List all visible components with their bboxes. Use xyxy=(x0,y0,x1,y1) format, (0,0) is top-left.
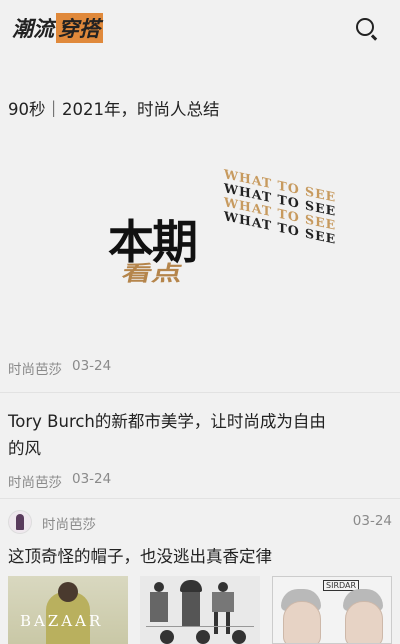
author-row[interactable]: 时尚芭莎 03-24 xyxy=(8,510,392,536)
article-thumbnails: BAZAAR SIRDAR xyxy=(8,576,392,644)
article-date: 03-24 xyxy=(352,513,392,529)
author-name[interactable]: 时尚芭莎 xyxy=(42,513,96,533)
article-cover-image: 本期 看点 WHAT TO SEE WHAT TO SEE WHAT TO SE… xyxy=(100,166,336,288)
thumbnail-image[interactable] xyxy=(140,576,260,644)
article-date: 03-24 xyxy=(72,358,112,374)
thumbnail-image[interactable]: SIRDAR xyxy=(272,576,392,644)
divider xyxy=(0,392,400,393)
article-card-2[interactable]: Tory Burch的新都市美学，让时尚成为自由的风 时尚芭莎 03-24 xyxy=(0,394,400,494)
article-date: 03-24 xyxy=(72,471,112,487)
article-source: 时尚芭莎 xyxy=(8,475,62,491)
article-card-1[interactable]: 90秒｜2021年，时尚人总结 本期 看点 WHAT TO SEE WHAT T… xyxy=(0,0,400,390)
article-title[interactable]: 这顶奇怪的帽子，也没逃出真香定律 xyxy=(8,543,392,570)
cover-sub-text: 看点 xyxy=(119,261,185,287)
author-avatar[interactable] xyxy=(8,510,32,534)
thumbnail-image[interactable]: BAZAAR xyxy=(8,576,128,644)
thumbnail-magazine-title: BAZAAR xyxy=(20,612,104,630)
article-title: Tory Burch的新都市美学，让时尚成为自由的风 xyxy=(8,412,326,458)
divider xyxy=(0,498,400,499)
article-meta: 时尚芭莎 03-24 xyxy=(8,471,111,491)
article-title: 90秒｜2021年，时尚人总结 xyxy=(8,100,220,119)
article-meta: 时尚芭莎 03-24 xyxy=(8,358,111,378)
article-source: 时尚芭莎 xyxy=(8,362,62,378)
